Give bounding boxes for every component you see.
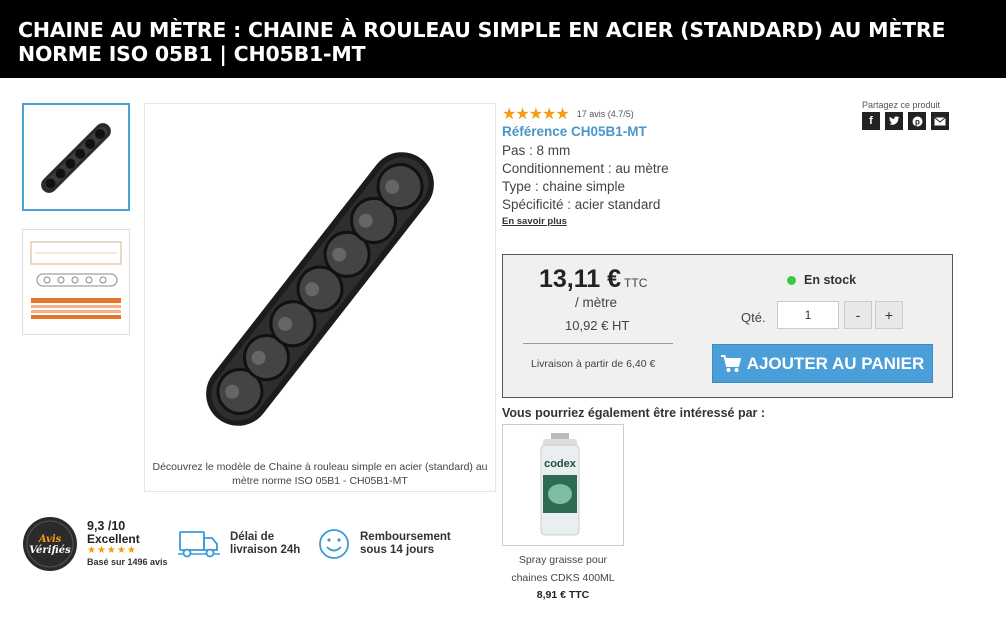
learn-more-link[interactable]: En savoir plus (502, 216, 567, 227)
thumbnail-diagram[interactable] (22, 229, 130, 335)
spec-packaging: Conditionnement : au mètre (502, 161, 669, 176)
twitter-icon[interactable] (885, 112, 903, 130)
rating-text: 17 avis (4.7/5) (576, 109, 634, 119)
suggested-product-name[interactable]: Spray graisse pour chaines CDKS 400ML (502, 551, 624, 587)
diagram-thumbnail-image (30, 241, 122, 319)
quantity-decrease-button[interactable]: - (844, 301, 872, 329)
chain-thumbnail-image (41, 123, 111, 193)
main-product-image[interactable]: Découvrez le modèle de Chaine à rouleau … (144, 103, 496, 492)
svg-text:p: p (915, 117, 920, 126)
email-icon[interactable] (931, 112, 949, 130)
smiley-icon (319, 529, 349, 559)
price-divider (523, 343, 673, 344)
product-rating[interactable]: ★★★★★ 17 avis (4.7/5) (502, 104, 634, 124)
product-reference: Référence CH05B1-MT (502, 124, 647, 139)
facebook-icon[interactable]: f (862, 112, 880, 130)
spray-can-image: codex (540, 433, 580, 536)
badge-line-1: Avis (38, 534, 62, 545)
buy-box: 13,11 € TTC / mètre 10,92 € HT Livraison … (502, 254, 953, 398)
stock-dot-icon (787, 275, 796, 285)
delivery-feature-line2: livraison 24h (230, 544, 301, 556)
suggested-product-price: 8,91 € TTC (536, 589, 590, 601)
refund-feature-line1: Remboursement (360, 531, 451, 543)
refund-feature: Remboursement sous 14 jours (318, 528, 451, 560)
price-unit: / mètre (575, 295, 618, 310)
spray-can-brand: codex (544, 458, 577, 470)
page-title: CHAINE AU MÈTRE : CHAINE À ROULEAU SIMPL… (18, 18, 946, 66)
price: 13,11 € TTC (539, 265, 647, 294)
review-label: Excellent (87, 532, 140, 546)
review-summary: 9,3 /10 Excellent ★★★★★ Basé sur 1496 av… (87, 520, 168, 568)
share-label: Partagez ce produit (862, 100, 941, 110)
title-bar: CHAINE AU MÈTRE : CHAINE À ROULEAU SIMPL… (0, 0, 1006, 78)
add-to-cart-label: AJOUTER AU PANIER (746, 353, 925, 373)
delivery-feature: Délai de livraison 24h (178, 528, 300, 560)
thumbnail-chain[interactable] (22, 103, 130, 211)
add-to-cart-button[interactable]: AJOUTER AU PANIER (712, 344, 933, 383)
spec-type: Type : chaine simple (502, 179, 626, 194)
stock-label: En stock (804, 273, 857, 287)
roller-chain-image (206, 152, 434, 426)
suggestions-title: Vous pourriez également être intéressé p… (502, 406, 766, 420)
share-block: Partagez ce produit f p (862, 100, 949, 130)
pinterest-icon[interactable]: p (908, 112, 926, 130)
spec-pitch: Pas : 8 mm (502, 143, 571, 158)
price-value: 13,11 € (539, 265, 622, 293)
delivery-info: Livraison à partir de 6,40 € (531, 358, 656, 370)
quantity-input[interactable] (777, 301, 839, 329)
delivery-feature-line1: Délai de (230, 531, 275, 543)
product-specs: Pas : 8 mm Conditionnement : au mètre Ty… (502, 142, 669, 214)
price-excl-tax: 10,92 € HT (565, 318, 630, 333)
badge-line-2: Vérifiés (29, 545, 71, 556)
cart-icon (720, 354, 741, 372)
spec-specificity: Spécificité : acier standard (502, 197, 661, 212)
suggested-product-image[interactable]: codex (502, 424, 624, 546)
review-stars: ★★★★★ (87, 545, 137, 556)
refund-feature-line2: sous 14 jours (360, 544, 435, 556)
review-count: Basé sur 1496 avis (87, 557, 168, 567)
quantity-increase-button[interactable]: + (875, 301, 903, 329)
price-tax-label: TTC (624, 276, 648, 290)
main-image-caption: Découvrez le modèle de Chaine à rouleau … (152, 461, 488, 487)
rating-stars: ★★★★★ (502, 106, 570, 123)
stock-status: En stock (787, 273, 856, 287)
avis-verifies-badge[interactable]: Avis Vérifiés (22, 516, 78, 572)
quantity-label: Qté. (741, 310, 766, 325)
delivery-truck-icon (178, 531, 220, 558)
